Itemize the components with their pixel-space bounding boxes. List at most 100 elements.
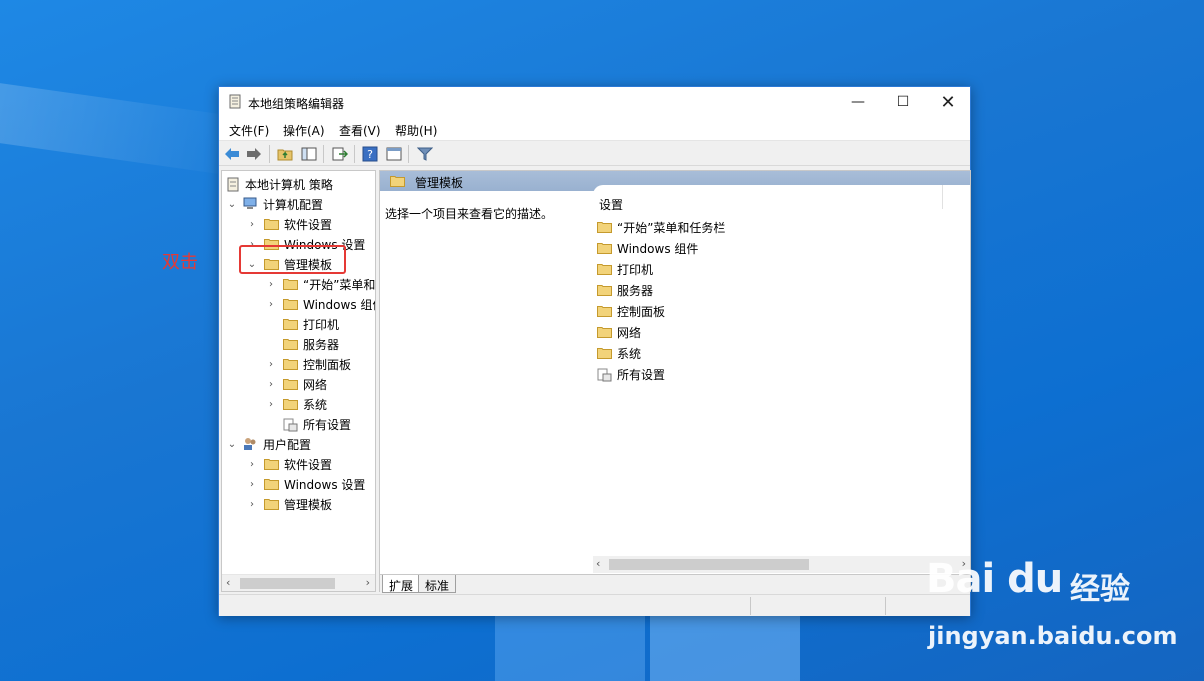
menu-bar: 文件(F) 操作(A) 查看(V) 帮助(H)	[219, 117, 970, 141]
tree-horizontal-scrollbar[interactable]: ‹ ›	[222, 574, 375, 591]
close-button[interactable]: ✕	[925, 87, 971, 117]
details-header-title: 管理模板	[415, 176, 464, 190]
list-item[interactable]: Windows 组件	[597, 238, 698, 258]
tree-item-server[interactable]: 服务器	[265, 334, 339, 354]
toolbar-separator	[354, 145, 355, 163]
tree-item-printers[interactable]: 打印机	[265, 314, 339, 334]
tree-item-label: 软件设置	[284, 457, 333, 472]
list-item[interactable]: 控制面板	[597, 301, 665, 321]
tree-item-all-settings[interactable]: 所有设置	[265, 414, 351, 434]
folder-icon	[283, 398, 298, 410]
tree-item-label: Windows 设置	[284, 477, 366, 492]
properties-icon[interactable]	[385, 145, 403, 163]
tree-item-user-config[interactable]: ⌄ 用户配置	[226, 434, 311, 454]
chevron-right-icon[interactable]: ›	[246, 459, 258, 470]
chevron-right-icon[interactable]: ›	[246, 479, 258, 490]
chevron-right-icon[interactable]: ›	[265, 279, 277, 290]
list-horizontal-scrollbar[interactable]: ‹ ›	[593, 556, 970, 573]
chevron-right-icon[interactable]: ›	[265, 359, 277, 370]
chevron-right-icon[interactable]: ›	[246, 499, 258, 510]
forward-icon[interactable]	[245, 145, 263, 163]
tree-item-label: 系统	[303, 397, 328, 412]
list-item-label: “开始”菜单和任务栏	[617, 220, 726, 235]
tree-item-label: Windows 组件	[303, 297, 375, 312]
list-item[interactable]: 所有设置	[597, 364, 665, 384]
baidu-watermark: Bai du 经验 jingyan.baidu.com	[926, 552, 1196, 662]
tree-item-label: “开始”菜单和	[303, 277, 376, 292]
menu-view[interactable]: 查看(V)	[339, 122, 381, 139]
menu-help[interactable]: 帮助(H)	[395, 122, 437, 139]
scrollbar-thumb[interactable]	[609, 559, 809, 570]
filter-icon[interactable]	[416, 145, 434, 163]
tree-item-computer-config[interactable]: ⌄ 计算机配置	[226, 194, 323, 214]
toolbar-separator	[408, 145, 409, 163]
policy-scroll-icon	[227, 177, 239, 191]
column-header-setting[interactable]: 设置	[599, 196, 623, 213]
list-item-label: 控制面板	[617, 304, 666, 319]
tree-item-user-admin-templates[interactable]: › 管理模板	[246, 494, 332, 514]
list-item[interactable]: 系统	[597, 343, 641, 363]
tree-item-user-software-settings[interactable]: › 软件设置	[246, 454, 332, 474]
list-item[interactable]: 网络	[597, 322, 641, 342]
list-item[interactable]: “开始”菜单和任务栏	[597, 217, 725, 237]
folder-icon	[283, 278, 298, 290]
tree-item-label: 管理模板	[284, 497, 333, 512]
folder-icon	[283, 298, 298, 310]
chevron-right-icon[interactable]: ›	[246, 219, 258, 230]
tab-extended[interactable]: 扩展	[382, 575, 421, 593]
chevron-down-icon[interactable]: ⌄	[226, 439, 238, 450]
watermark-logo: Bai du	[926, 556, 1063, 602]
up-folder-icon[interactable]	[276, 145, 294, 163]
scroll-left-icon[interactable]: ‹	[226, 576, 230, 589]
tree-item-system[interactable]: › 系统	[265, 394, 327, 414]
list-item[interactable]: 打印机	[597, 259, 653, 279]
tree-item-network[interactable]: › 网络	[265, 374, 327, 394]
folder-icon	[597, 284, 612, 296]
list-item-label: 网络	[617, 325, 642, 340]
tree-item-label: 控制面板	[303, 357, 352, 372]
chevron-right-icon[interactable]: ›	[265, 379, 277, 390]
chevron-down-icon[interactable]: ⌄	[226, 199, 238, 210]
watermark-url: jingyan.baidu.com	[928, 622, 1178, 650]
tree-item-windows-components[interactable]: › Windows 组件	[265, 294, 375, 314]
highlight-box	[239, 245, 346, 274]
computer-icon	[243, 197, 257, 209]
menu-action[interactable]: 操作(A)	[283, 122, 325, 139]
chevron-right-icon[interactable]: ›	[265, 299, 277, 310]
tree-item-label: 用户配置	[263, 437, 312, 452]
menu-file[interactable]: 文件(F)	[229, 122, 269, 139]
column-divider[interactable]	[942, 185, 943, 209]
show-hide-tree-icon[interactable]	[300, 145, 318, 163]
navigation-tree: 本地计算机 策略 ⌄ 计算机配置 › 软件设置 › Windows 设置 ⌄ 管…	[221, 170, 376, 592]
scroll-left-icon[interactable]: ‹	[596, 557, 600, 570]
tree-item-user-windows-settings[interactable]: › Windows 设置	[246, 474, 365, 494]
tree-item-start-menu[interactable]: › “开始”菜单和	[265, 274, 375, 294]
folder-icon	[264, 498, 279, 510]
gpedit-window: 本地组策略编辑器 — ☐ ✕ 文件(F) 操作(A) 查看(V) 帮助(H) ?	[218, 86, 971, 616]
export-list-icon[interactable]	[331, 145, 349, 163]
status-bar	[219, 594, 970, 616]
tree-item-software-settings[interactable]: › 软件设置	[246, 214, 332, 234]
list-item[interactable]: 服务器	[597, 280, 653, 300]
chevron-right-icon[interactable]: ›	[265, 399, 277, 410]
folder-icon	[283, 338, 298, 350]
tree-root[interactable]: 本地计算机 策略	[226, 174, 333, 194]
help-icon[interactable]: ?	[361, 145, 379, 163]
minimize-button[interactable]: —	[835, 87, 881, 117]
tab-standard[interactable]: 标准	[418, 575, 457, 593]
folder-icon	[283, 358, 298, 370]
list-item-label: 打印机	[617, 262, 654, 277]
watermark-brand: 经验	[1070, 572, 1130, 607]
list-item-label: Windows 组件	[617, 241, 699, 256]
title-bar[interactable]: 本地组策略编辑器 — ☐ ✕	[219, 87, 970, 117]
folder-icon	[264, 218, 279, 230]
tree-item-control-panel[interactable]: › 控制面板	[265, 354, 351, 374]
scroll-right-icon[interactable]: ›	[366, 576, 370, 589]
scrollbar-thumb[interactable]	[240, 578, 335, 589]
tree-item-label: 网络	[303, 377, 328, 392]
tree-item-label: 服务器	[303, 337, 340, 352]
view-tabs: 扩展 标准	[380, 574, 970, 593]
back-icon[interactable]	[223, 145, 241, 163]
maximize-button[interactable]: ☐	[880, 87, 926, 117]
description-text: 选择一个项目来查看它的描述。	[385, 207, 554, 221]
